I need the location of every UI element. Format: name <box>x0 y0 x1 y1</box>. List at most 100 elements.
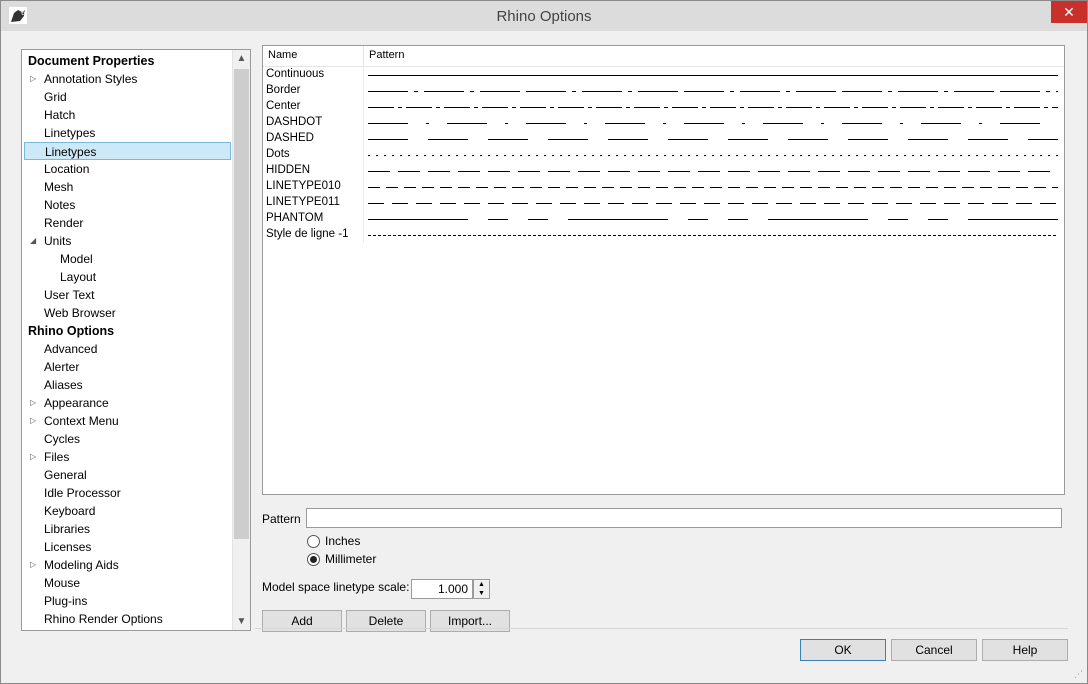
tree-item[interactable]: Mouse <box>44 574 80 592</box>
collapsed-arrow-icon[interactable]: ▷ <box>30 70 38 88</box>
tree-item[interactable]: ▷ Modeling Aids <box>30 556 119 574</box>
tree-scrollbar[interactable]: ▲ ▼ <box>232 50 250 630</box>
tree-item[interactable]: Web Browser <box>44 304 116 322</box>
tree-item-label: Rhino Options <box>28 324 115 338</box>
scale-input[interactable]: 1.000 <box>411 579 473 599</box>
linetype-name: Center <box>266 100 301 112</box>
pattern-label: Pattern <box>262 512 301 526</box>
tree-item[interactable]: Linetypes <box>24 142 231 160</box>
tree-item[interactable]: Plug-ins <box>44 592 87 610</box>
tree-item[interactable]: User Text <box>44 286 94 304</box>
tree-item-label: Licenses <box>44 540 92 554</box>
title-bar[interactable]: 6 Rhino Options ✕ <box>1 1 1087 31</box>
table-row[interactable]: LINETYPE011 <box>263 195 1064 211</box>
linetype-pattern-preview <box>368 75 1058 76</box>
collapsed-arrow-icon[interactable]: ▷ <box>30 448 38 466</box>
scroll-up-icon[interactable]: ▲ <box>233 50 250 67</box>
spin-down-icon[interactable]: ▼ <box>474 589 489 598</box>
tree-item-label: Web Browser <box>44 306 116 320</box>
column-header-pattern[interactable]: Pattern <box>369 49 404 61</box>
tree-item-label: Modeling Aids <box>44 558 119 572</box>
tree-item-label: Plug-ins <box>44 594 88 608</box>
table-row[interactable]: HIDDEN <box>263 163 1064 179</box>
tree-item[interactable]: Location <box>44 160 89 178</box>
linetype-pattern-preview <box>368 123 1040 124</box>
tree-item[interactable]: Grid <box>44 88 67 106</box>
table-row[interactable]: Center <box>263 99 1064 115</box>
table-row[interactable]: LINETYPE010 <box>263 179 1064 195</box>
tree-item[interactable]: ▷ Annotation Styles <box>30 70 138 88</box>
tree-item[interactable]: Libraries <box>44 520 90 538</box>
linetype-pattern-preview <box>368 235 1056 236</box>
table-row[interactable]: DASHDOT <box>263 115 1064 131</box>
tree-item-label: Mesh <box>44 180 74 194</box>
collapsed-arrow-icon[interactable]: ▷ <box>30 412 38 430</box>
linetype-pattern-preview <box>368 155 1058 156</box>
linetype-pattern-preview <box>368 107 1058 108</box>
ok-button[interactable]: OK <box>800 639 886 661</box>
tree-item[interactable]: Notes <box>44 196 75 214</box>
tree-item[interactable]: Linetypes <box>44 124 95 142</box>
tree-item-label: Mouse <box>44 576 81 590</box>
tree-item-label: User Text <box>44 288 95 302</box>
tree-item[interactable]: General <box>44 466 87 484</box>
tree-item-label: Libraries <box>44 522 91 536</box>
spin-up-icon[interactable]: ▲ <box>474 580 489 589</box>
tree-item[interactable]: ◢ Units <box>30 232 72 250</box>
tree-item[interactable]: Advanced <box>44 340 97 358</box>
cancel-button[interactable]: Cancel <box>891 639 977 661</box>
millimeter-radio[interactable] <box>307 553 320 566</box>
inches-radio[interactable] <box>307 535 320 548</box>
tree-item[interactable]: Idle Processor <box>44 484 121 502</box>
linetype-name: Continuous <box>266 68 325 80</box>
table-row[interactable]: PHANTOM <box>263 211 1064 227</box>
scroll-thumb[interactable] <box>234 69 249 539</box>
table-row[interactable]: Border <box>263 83 1064 99</box>
resize-grip-icon[interactable]: ⋰ <box>1074 669 1083 680</box>
table-row[interactable]: Dots <box>263 147 1064 163</box>
scroll-down-icon[interactable]: ▼ <box>233 613 250 630</box>
collapsed-arrow-icon[interactable]: ▷ <box>30 556 38 574</box>
tree-item-label: Cycles <box>44 432 81 446</box>
close-icon[interactable]: ✕ <box>1051 1 1087 23</box>
linetype-pattern-preview <box>368 203 1056 204</box>
column-header-name[interactable]: Name <box>268 49 297 61</box>
tree-item[interactable]: Alerter <box>44 358 79 376</box>
tree-item-label: Location <box>44 162 90 176</box>
help-button[interactable]: Help <box>982 639 1068 661</box>
linetype-pattern-preview <box>368 219 1058 220</box>
table-row[interactable]: Style de ligne -1 <box>263 227 1064 243</box>
tree-item[interactable]: Aliases <box>44 376 83 394</box>
linetype-name: DASHDOT <box>266 116 323 128</box>
table-row[interactable]: Continuous <box>263 67 1064 83</box>
tree-item-label: Keyboard <box>44 504 96 518</box>
tree-item-label: Model <box>60 252 93 266</box>
tree-item[interactable]: Cycles <box>44 430 80 448</box>
scale-spinner[interactable]: ▲ ▼ <box>473 579 490 599</box>
tree-item[interactable]: Render <box>44 214 83 232</box>
tree-item-label: Annotation Styles <box>44 72 138 86</box>
tree-item[interactable]: Document Properties <box>28 52 154 70</box>
tree-item[interactable]: ▷ Files <box>30 448 69 466</box>
tree-item[interactable]: Keyboard <box>44 502 95 520</box>
tree-item[interactable]: ▷ Context Menu <box>30 412 119 430</box>
table-row[interactable]: DASHED <box>263 131 1064 147</box>
tree-item[interactable]: Rhino Options <box>28 322 114 340</box>
rhino-options-dialog: 6 Rhino Options ✕ ▲ ▼ Document Propertie… <box>0 0 1088 684</box>
tree-item[interactable]: Hatch <box>44 106 75 124</box>
tree-item[interactable]: Model <box>60 250 93 268</box>
expanded-arrow-icon[interactable]: ◢ <box>30 232 38 250</box>
tree-item-label: Context Menu <box>44 414 119 428</box>
linetype-name: LINETYPE011 <box>266 196 340 208</box>
footer-divider <box>255 628 1068 629</box>
tree-item[interactable]: ▷ Appearance <box>30 394 109 412</box>
pattern-input[interactable] <box>306 508 1062 528</box>
tree-item[interactable]: Licenses <box>44 538 91 556</box>
tree-item[interactable]: Mesh <box>44 178 73 196</box>
tree-item-label: Units <box>44 234 72 248</box>
linetype-name: DASHED <box>266 132 314 144</box>
tree-item[interactable]: Layout <box>60 268 96 286</box>
tree-item[interactable]: Rhino Render Options <box>44 610 163 628</box>
window-title: Rhino Options <box>496 8 592 25</box>
collapsed-arrow-icon[interactable]: ▷ <box>30 394 38 412</box>
